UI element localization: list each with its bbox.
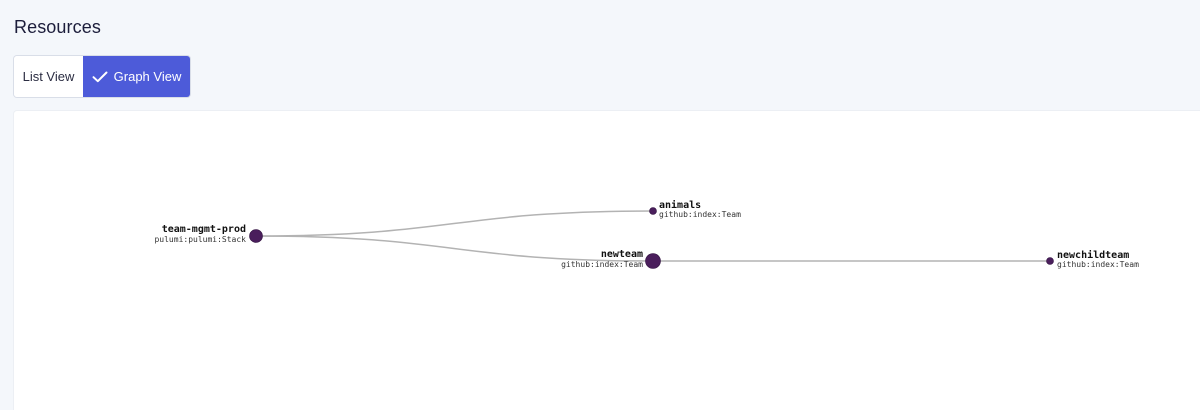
graph-edge-stack-newteam: [255, 235, 654, 262]
node-dot[interactable]: [249, 229, 263, 243]
graph-node-team-mgmt-prod[interactable]: team-mgmt-prod pulumi:pulumi:Stack: [154, 224, 263, 244]
node-type: pulumi:pulumi:Stack: [154, 235, 246, 244]
node-dot[interactable]: [649, 207, 657, 215]
view-toggle: List View Graph View: [14, 56, 190, 97]
resource-graph-panel: team-mgmt-prod pulumi:pulumi:Stack anima…: [14, 111, 1200, 410]
resource-graph[interactable]: team-mgmt-prod pulumi:pulumi:Stack anima…: [14, 111, 1200, 410]
list-view-label: List View: [22, 69, 75, 84]
node-name: team-mgmt-prod: [162, 224, 246, 235]
list-view-button[interactable]: List View: [14, 56, 83, 97]
node-name: newteam: [601, 249, 643, 260]
node-type: github:index:Team: [659, 210, 741, 219]
check-icon: [92, 71, 108, 83]
graph-view-label: Graph View: [113, 69, 182, 84]
node-type: github:index:Team: [561, 260, 643, 269]
node-dot[interactable]: [645, 253, 661, 269]
graph-node-animals[interactable]: animals github:index:Team: [649, 199, 742, 219]
page-title: Resources: [14, 17, 101, 37]
node-type: github:index:Team: [1057, 260, 1139, 269]
graph-edge-stack-animals: [255, 210, 654, 237]
graph-node-newchildteam[interactable]: newchildteam github:index:Team: [1046, 249, 1140, 269]
graph-view-button[interactable]: Graph View: [83, 56, 190, 97]
node-dot[interactable]: [1046, 257, 1054, 265]
